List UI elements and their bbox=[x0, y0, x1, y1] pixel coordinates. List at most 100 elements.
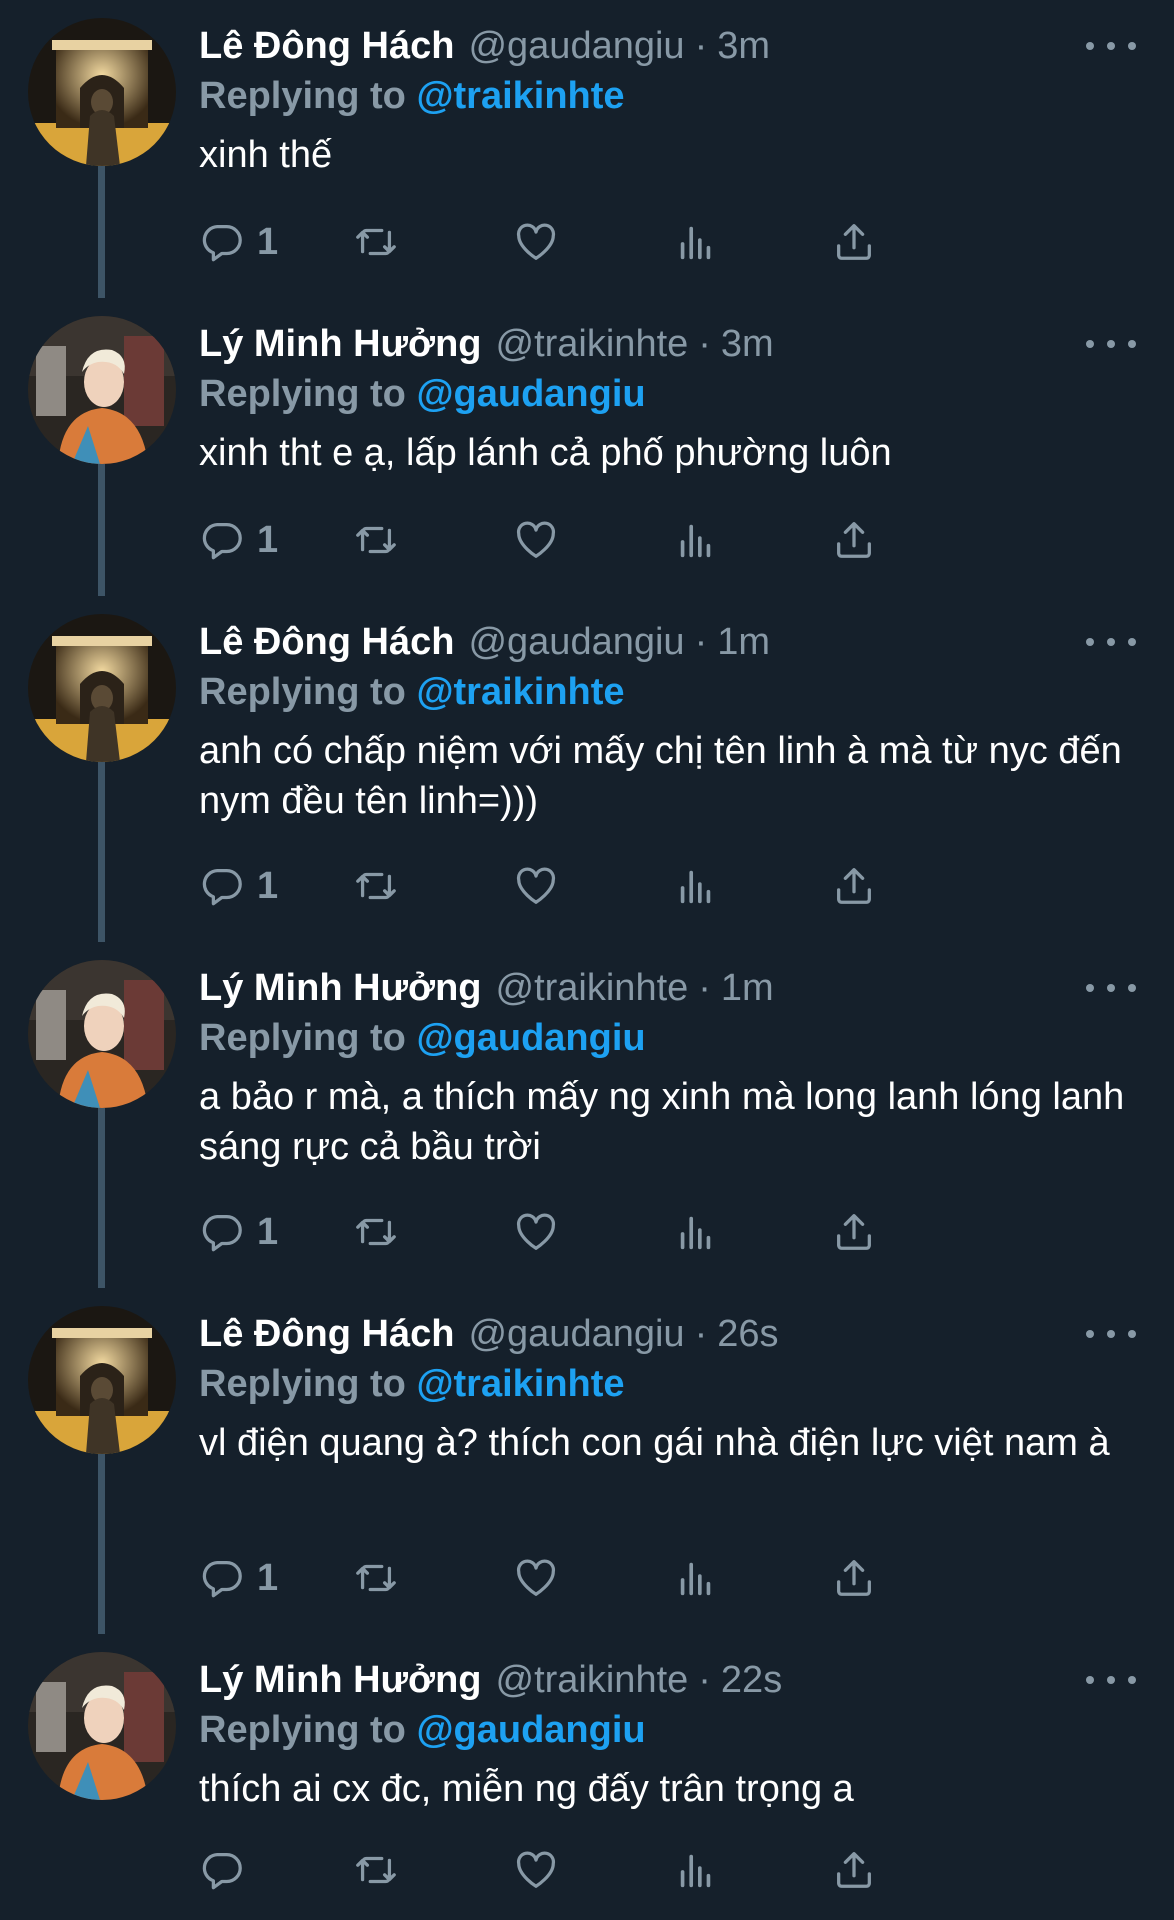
share-button[interactable] bbox=[831, 212, 877, 272]
tweet[interactable]: Lê Đông Hách @gaudangiu · 1m Replying to… bbox=[0, 596, 1174, 942]
user-handle[interactable]: @gaudangiu bbox=[468, 20, 684, 72]
replying-to-handle[interactable]: @traikinhte bbox=[416, 671, 624, 713]
reply-icon bbox=[202, 1215, 242, 1252]
like-button[interactable] bbox=[513, 1840, 559, 1900]
user-handle[interactable]: @traikinhte bbox=[496, 962, 689, 1014]
replying-to-handle[interactable]: @gaudangiu bbox=[416, 1017, 645, 1059]
like-button[interactable] bbox=[513, 1548, 559, 1608]
analytics-button[interactable] bbox=[673, 1840, 719, 1900]
share-icon bbox=[837, 868, 871, 904]
analytics-button[interactable] bbox=[673, 1548, 719, 1608]
analytics-icon bbox=[680, 870, 711, 904]
more-icon[interactable] bbox=[1086, 968, 1136, 1008]
timestamp[interactable]: 1m bbox=[717, 616, 770, 668]
like-button[interactable] bbox=[513, 510, 559, 570]
tweet[interactable]: Lý Minh Hưởng @traikinhte · 3m Replying … bbox=[0, 298, 1174, 596]
replying-to-handle[interactable]: @gaudangiu bbox=[416, 373, 645, 415]
analytics-button[interactable] bbox=[673, 856, 719, 916]
reply-icon bbox=[202, 869, 242, 906]
user-handle[interactable]: @traikinhte bbox=[496, 1654, 689, 1706]
retweet-button[interactable] bbox=[353, 856, 399, 916]
reply-button[interactable]: 1 bbox=[199, 856, 278, 916]
display-name[interactable]: Lý Minh Hưởng bbox=[199, 318, 482, 370]
tweet-text: xinh thế bbox=[199, 134, 333, 176]
reply-count: 1 bbox=[257, 518, 279, 561]
avatar[interactable] bbox=[28, 614, 176, 762]
retweet-icon bbox=[356, 228, 396, 256]
display-name[interactable]: Lý Minh Hưởng bbox=[199, 1654, 482, 1706]
share-button[interactable] bbox=[831, 1202, 877, 1262]
man-portrait-avatar bbox=[28, 316, 176, 464]
reply-button[interactable] bbox=[199, 1840, 257, 1900]
analytics-icon bbox=[680, 1216, 711, 1250]
analytics-icon bbox=[680, 1562, 711, 1596]
share-button[interactable] bbox=[831, 510, 877, 570]
analytics-icon bbox=[680, 524, 711, 558]
tweet-header: Lý Minh Hưởng @traikinhte · 1m bbox=[199, 962, 774, 1014]
share-button[interactable] bbox=[831, 1840, 877, 1900]
like-button[interactable] bbox=[513, 1202, 559, 1262]
reply-count: 1 bbox=[257, 864, 279, 907]
more-icon[interactable] bbox=[1086, 324, 1136, 364]
like-button[interactable] bbox=[513, 212, 559, 272]
more-icon[interactable] bbox=[1086, 26, 1136, 66]
retweet-button[interactable] bbox=[353, 212, 399, 272]
separator-dot: · bbox=[698, 967, 711, 1009]
display-name[interactable]: Lê Đông Hách bbox=[199, 1308, 454, 1360]
display-name[interactable]: Lê Đông Hách bbox=[199, 20, 454, 72]
more-icon[interactable] bbox=[1086, 1314, 1136, 1354]
tweet-header: Lý Minh Hưởng @traikinhte · 3m bbox=[199, 318, 774, 370]
action-bar: 1 bbox=[199, 1548, 1059, 1608]
more-icon[interactable] bbox=[1086, 1660, 1136, 1700]
reply-button[interactable]: 1 bbox=[199, 212, 278, 272]
more-icon[interactable] bbox=[1086, 622, 1136, 662]
tweet[interactable]: Lý Minh Hưởng @traikinhte · 1m Replying … bbox=[0, 942, 1174, 1288]
avatar[interactable] bbox=[28, 18, 176, 166]
analytics-button[interactable] bbox=[673, 212, 719, 272]
reply-button[interactable]: 1 bbox=[199, 510, 278, 570]
timestamp[interactable]: 3m bbox=[717, 20, 770, 72]
retweet-button[interactable] bbox=[353, 1202, 399, 1262]
man-portrait-avatar bbox=[28, 1652, 176, 1800]
retweet-button[interactable] bbox=[353, 1548, 399, 1608]
replying-to-handle[interactable]: @traikinhte bbox=[416, 75, 624, 117]
replying-to-line: Replying to @traikinhte bbox=[199, 70, 625, 122]
avatar[interactable] bbox=[28, 1306, 176, 1454]
analytics-icon bbox=[680, 1854, 711, 1888]
avatar[interactable] bbox=[28, 1652, 176, 1800]
retweet-button[interactable] bbox=[353, 1840, 399, 1900]
replying-to-label: Replying to bbox=[199, 1709, 406, 1751]
timestamp[interactable]: 22s bbox=[721, 1654, 782, 1706]
timestamp[interactable]: 1m bbox=[721, 962, 774, 1014]
retweet-icon bbox=[356, 1564, 396, 1592]
user-handle[interactable]: @gaudangiu bbox=[468, 1308, 684, 1360]
tweet[interactable]: Lê Đông Hách @gaudangiu · 26s Replying t… bbox=[0, 1288, 1174, 1634]
man-portrait-avatar bbox=[28, 960, 176, 1108]
user-handle[interactable]: @gaudangiu bbox=[468, 616, 684, 668]
tweet[interactable]: Lê Đông Hách @gaudangiu · 3m Replying to… bbox=[0, 0, 1174, 298]
replying-to-handle[interactable]: @traikinhte bbox=[416, 1363, 624, 1405]
separator-dot: · bbox=[698, 323, 711, 365]
timestamp[interactable]: 3m bbox=[721, 318, 774, 370]
analytics-button[interactable] bbox=[673, 1202, 719, 1262]
tweet-header: Lý Minh Hưởng @traikinhte · 22s bbox=[199, 1654, 782, 1706]
analytics-icon bbox=[680, 226, 711, 260]
retweet-icon bbox=[356, 526, 396, 554]
analytics-button[interactable] bbox=[673, 510, 719, 570]
avatar[interactable] bbox=[28, 316, 176, 464]
display-name[interactable]: Lê Đông Hách bbox=[199, 616, 454, 668]
replying-to-handle[interactable]: @gaudangiu bbox=[416, 1709, 645, 1751]
action-bar: 1 bbox=[199, 510, 1059, 570]
like-button[interactable] bbox=[513, 856, 559, 916]
share-button[interactable] bbox=[831, 1548, 877, 1608]
share-button[interactable] bbox=[831, 856, 877, 916]
retweet-button[interactable] bbox=[353, 510, 399, 570]
user-handle[interactable]: @traikinhte bbox=[496, 318, 689, 370]
timestamp[interactable]: 26s bbox=[717, 1308, 778, 1360]
reply-button[interactable]: 1 bbox=[199, 1548, 278, 1608]
tweet[interactable]: Lý Minh Hưởng @traikinhte · 22s Replying… bbox=[0, 1634, 1174, 1920]
display-name[interactable]: Lý Minh Hưởng bbox=[199, 962, 482, 1014]
replying-to-line: Replying to @gaudangiu bbox=[199, 1704, 646, 1756]
avatar[interactable] bbox=[28, 960, 176, 1108]
reply-button[interactable]: 1 bbox=[199, 1202, 278, 1262]
